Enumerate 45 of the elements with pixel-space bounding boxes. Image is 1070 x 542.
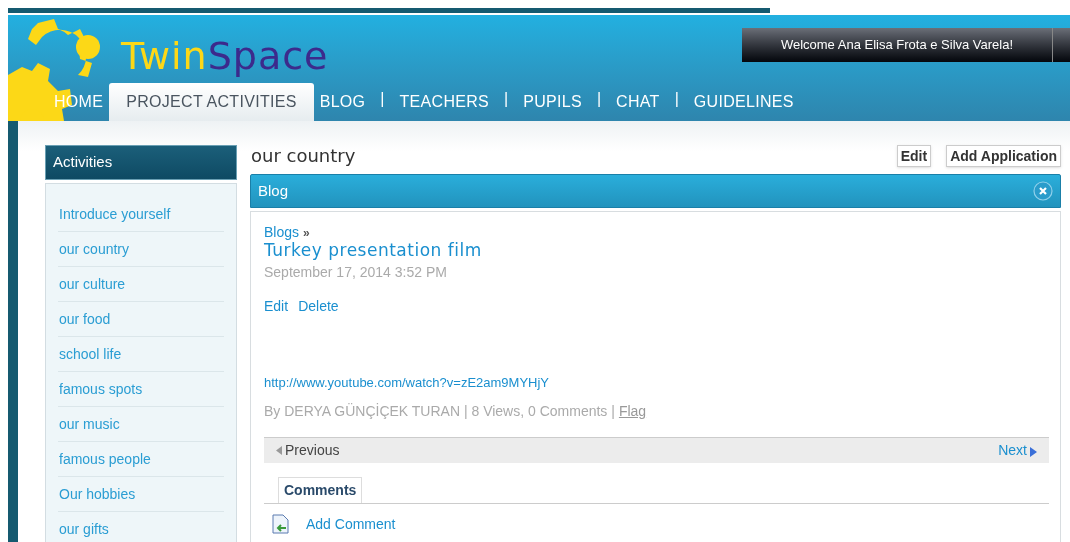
sidebar-link[interactable]: Introduce yourself [58, 197, 224, 232]
nav-tab[interactable]: CHAT [610, 83, 666, 121]
flag-link[interactable]: Flag [618, 400, 647, 422]
left-triangle-icon [276, 445, 282, 455]
nav-separator: | [503, 89, 510, 109]
nav-tab[interactable]: PUPILS [517, 83, 588, 121]
sidebar-link[interactable]: famous spots [58, 372, 224, 407]
breadcrumb-separator: » [302, 226, 310, 240]
page-button[interactable]: Add Application [946, 144, 1061, 167]
previous-link[interactable]: Previous [276, 439, 340, 461]
right-triangle-icon [1030, 447, 1037, 457]
welcome-banner: Welcome Ana Elisa Frota e Silva Varela! [742, 28, 1052, 62]
close-icon[interactable] [1033, 181, 1053, 201]
entry-date: September 17, 2014 3:52 PM [264, 263, 448, 282]
sidebar-link[interactable]: our gifts [58, 512, 224, 542]
page-title: our country [251, 144, 356, 168]
header-button[interactable] [1052, 28, 1070, 62]
sidebar-link[interactable]: our music [58, 407, 224, 442]
comments-tab[interactable]: Comments [278, 476, 363, 503]
nav-separator: | [379, 89, 386, 109]
sidebar-link[interactable]: school life [58, 337, 224, 372]
sidebar-link[interactable]: Our hobbies [58, 477, 224, 512]
sidebar-link[interactable]: our country [58, 232, 224, 267]
breadcrumb-link[interactable]: Blogs [264, 224, 300, 240]
entry-action-link[interactable]: Delete [298, 296, 339, 317]
nav-tab[interactable]: BLOG [313, 83, 372, 121]
next-link[interactable]: Next [998, 439, 1037, 461]
nav-tab[interactable]: GUIDELINES [687, 83, 800, 121]
add-document-icon [272, 514, 290, 534]
nav-tab[interactable]: PROJECT ACTIVITIES [109, 83, 314, 121]
entry-action-link[interactable]: Edit [264, 296, 289, 317]
video-link[interactable]: http://www.youtube.com/watch?v=zE2am9MYHjY [264, 373, 1047, 393]
page-button[interactable]: Edit [896, 144, 932, 167]
sidebar-link[interactable]: famous people [58, 442, 224, 477]
sidebar-link[interactable]: our food [58, 302, 224, 337]
site-logo: TwinSpace [121, 37, 329, 75]
nav-separator: | [673, 89, 680, 109]
add-comment-link[interactable]: Add Comment [306, 513, 396, 535]
nav-separator: | [595, 89, 603, 109]
sidebar-title: Activities [45, 145, 237, 180]
entry-meta: By DERYA GÜNÇİÇEK TURAN | 8 Views, 0 Comments | [264, 401, 615, 421]
nav-tab[interactable]: TEACHERS [393, 83, 496, 121]
entry-title[interactable]: Turkey presentation film [264, 241, 1047, 259]
sidebar-link[interactable]: our culture [58, 267, 224, 302]
panel-title: Blog [258, 180, 289, 201]
